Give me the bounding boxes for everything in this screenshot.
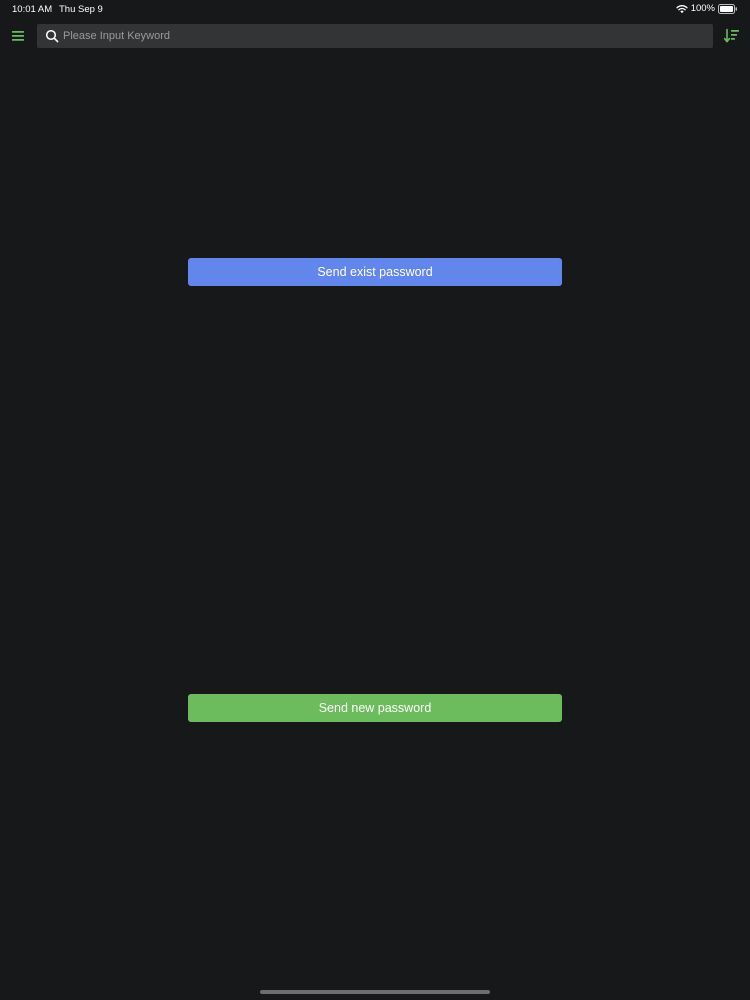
home-indicator[interactable] [260, 990, 490, 994]
top-toolbar [0, 22, 750, 50]
send-new-password-button[interactable]: Send new password [188, 694, 562, 722]
status-date: Thu Sep 9 [59, 4, 103, 15]
wifi-icon [676, 4, 688, 14]
search-icon [45, 29, 59, 43]
sort-descending-icon[interactable] [723, 28, 740, 44]
battery-icon [718, 3, 738, 14]
hamburger-menu-icon[interactable] [11, 29, 25, 43]
search-bar[interactable] [37, 24, 713, 48]
search-input[interactable] [63, 24, 703, 48]
status-bar: 10:01 AM Thu Sep 9 100% [0, 0, 750, 18]
send-exist-password-button[interactable]: Send exist password [188, 258, 562, 286]
status-time: 10:01 AM [12, 4, 53, 15]
battery-percent: 100% [690, 3, 715, 14]
status-indicators: 100% [676, 3, 738, 14]
